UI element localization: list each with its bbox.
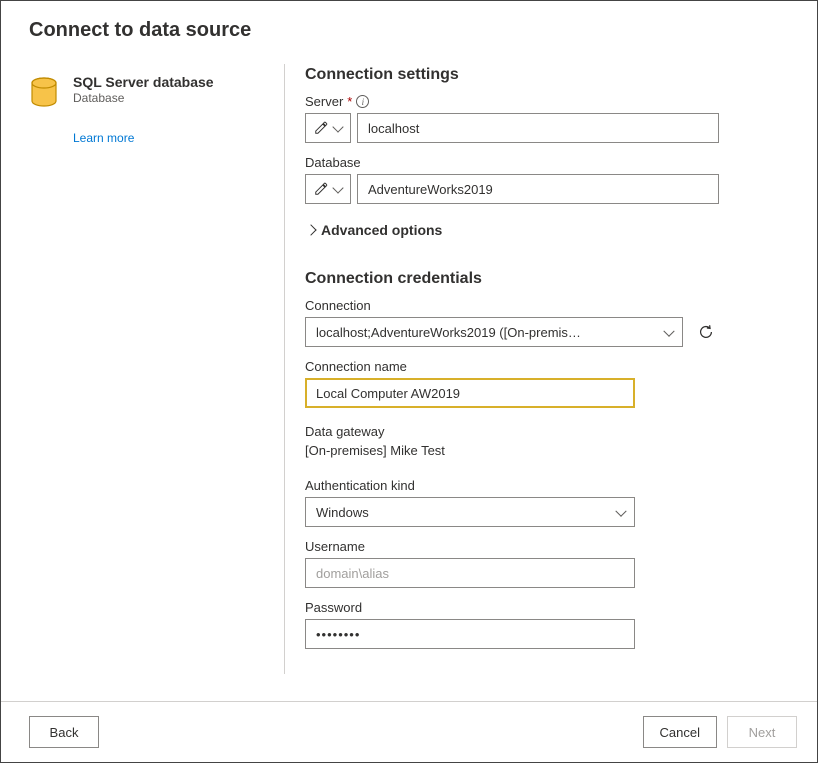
database-input[interactable] (357, 174, 719, 204)
refresh-button[interactable] (693, 319, 719, 345)
info-icon[interactable]: i (356, 95, 369, 108)
connection-select[interactable]: localhost;AdventureWorks2019 ([On-premis… (305, 317, 683, 347)
datasource-text: SQL Server database Database (73, 74, 214, 105)
auth-kind-label: Authentication kind (305, 478, 719, 493)
chevron-down-icon (332, 182, 343, 193)
main-panel: Connection settings Server * i Database (305, 64, 789, 701)
page-title: Connect to data source (29, 19, 789, 42)
username-field: Username (305, 539, 719, 588)
advanced-options-toggle[interactable]: Advanced options (305, 222, 719, 238)
datasource-subtitle: Database (73, 91, 214, 105)
password-label: Password (305, 600, 719, 615)
server-field: Server * i (305, 94, 719, 143)
cancel-button[interactable]: Cancel (643, 716, 717, 748)
refresh-icon (697, 323, 715, 341)
username-label: Username (305, 539, 719, 554)
vertical-divider (284, 64, 285, 674)
connection-settings-heading: Connection settings (305, 66, 719, 84)
connection-name-field: Connection name (305, 359, 719, 408)
learn-more-link[interactable]: Learn more (73, 131, 134, 145)
database-icon (29, 76, 59, 113)
content-area: SQL Server database Database Learn more … (1, 56, 817, 701)
database-field: Database (305, 155, 719, 204)
page-header: Connect to data source (1, 1, 817, 56)
connection-label: Connection (305, 298, 719, 313)
data-gateway-field: Data gateway [On-premises] Mike Test (305, 424, 719, 458)
required-asterisk: * (347, 94, 352, 109)
auth-kind-select[interactable]: Windows (305, 497, 635, 527)
connection-field: Connection localhost;AdventureWorks2019 … (305, 298, 719, 347)
datasource-row: SQL Server database Database (29, 74, 284, 113)
connection-name-label: Connection name (305, 359, 719, 374)
server-edit-mode-button[interactable] (305, 113, 351, 143)
server-label: Server * i (305, 94, 719, 109)
username-input[interactable] (305, 558, 635, 588)
connection-name-input[interactable] (305, 378, 635, 408)
data-gateway-label: Data gateway (305, 424, 719, 439)
chevron-right-icon (305, 224, 316, 235)
database-edit-mode-button[interactable] (305, 174, 351, 204)
next-button: Next (727, 716, 797, 748)
password-field: Password (305, 600, 719, 649)
database-label: Database (305, 155, 719, 170)
server-input[interactable] (357, 113, 719, 143)
pencil-icon (314, 121, 328, 135)
password-input[interactable] (305, 619, 635, 649)
footer: Back Cancel Next (1, 701, 817, 762)
data-gateway-value: [On-premises] Mike Test (305, 443, 719, 458)
auth-kind-field: Authentication kind Windows (305, 478, 719, 527)
pencil-icon (314, 182, 328, 196)
datasource-title: SQL Server database (73, 74, 214, 90)
chevron-down-icon (332, 121, 343, 132)
connection-credentials-heading: Connection credentials (305, 270, 719, 288)
back-button[interactable]: Back (29, 716, 99, 748)
sidebar: SQL Server database Database Learn more (29, 64, 284, 701)
